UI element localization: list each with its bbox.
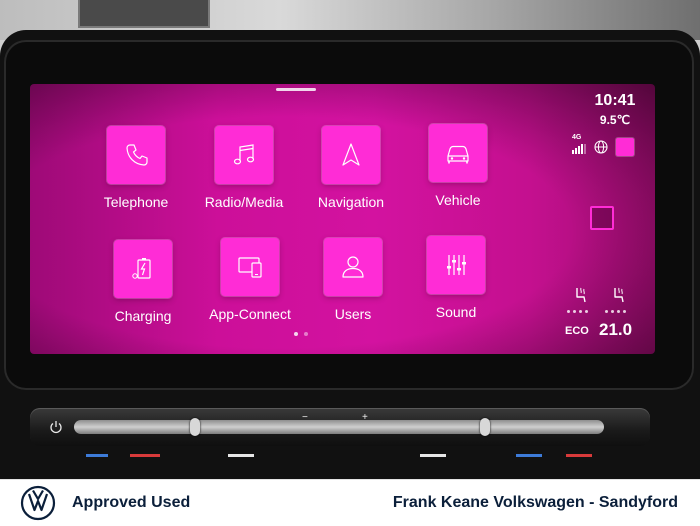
volume-up-icon[interactable]: +	[362, 412, 368, 423]
battery-charging-icon	[132, 258, 151, 279]
app-sound[interactable]: Sound	[410, 236, 502, 336]
app-tile-button[interactable]	[107, 126, 165, 184]
seat-heat-level	[605, 310, 626, 313]
app-telephone[interactable]: Telephone	[90, 126, 182, 226]
app-navigation[interactable]: Navigation	[305, 126, 397, 226]
indicator-led-blue	[516, 454, 542, 457]
indicator-led-white	[228, 454, 254, 457]
app-tile-button[interactable]	[114, 240, 172, 298]
car-icon	[447, 145, 469, 164]
temperature-setpoint[interactable]: 21.0	[599, 320, 632, 340]
indicator-led-white	[420, 454, 446, 457]
phone-icon	[126, 144, 148, 166]
slider-divider	[190, 418, 200, 436]
app-tile-button[interactable]	[427, 236, 485, 294]
app-vehicle[interactable]: Vehicle	[412, 124, 504, 224]
indicator-led-red	[566, 454, 592, 457]
app-label: Navigation	[317, 194, 385, 210]
app-tile-button[interactable]	[324, 238, 382, 296]
app-label: Charging	[114, 308, 172, 324]
power-icon[interactable]	[48, 419, 64, 435]
volkswagen-logo-icon	[20, 485, 56, 521]
network-type: 4G	[572, 134, 582, 141]
app-label: Users	[334, 306, 372, 322]
dealer-banner: Approved Used Frank Keane Volkswagen - S…	[0, 479, 700, 526]
clock: 10:41	[594, 92, 636, 109]
climate-panel: ECO 21.0	[565, 284, 655, 344]
approved-used-label: Approved Used	[72, 494, 191, 511]
user-icon	[342, 256, 364, 278]
navigation-arrow-icon	[342, 143, 360, 166]
touch-slider-bar[interactable]	[74, 420, 604, 434]
indicator-led-red	[130, 454, 160, 457]
climate-control-strip: − +	[30, 408, 650, 446]
dealer-name: Frank Keane Volkswagen - Sandyford	[392, 494, 678, 511]
globe-icon[interactable]	[594, 140, 608, 154]
app-app-connect[interactable]: App-Connect	[204, 238, 296, 338]
seat-heating-left-icon[interactable]	[571, 286, 589, 304]
app-label: App-Connect	[209, 306, 291, 322]
app-users[interactable]: Users	[307, 238, 399, 338]
infotainment-screen: Telephone Radio/Media Navigation Vehicle…	[30, 84, 655, 354]
app-charging[interactable]: Charging	[97, 240, 189, 340]
app-tile-button[interactable]	[215, 126, 273, 184]
app-grid: Telephone Radio/Media Navigation Vehicle…	[30, 84, 590, 354]
seat-heat-level	[567, 310, 588, 313]
phone-mirror-icon	[238, 257, 262, 278]
music-note-icon	[233, 144, 255, 165]
indicator-led-blue	[86, 454, 108, 457]
outside-temperature: 9.5℃	[599, 113, 631, 127]
app-label: Radio/Media	[204, 194, 284, 210]
notification-icon[interactable]	[616, 138, 634, 156]
page-dot-active	[294, 332, 298, 336]
page-indicator[interactable]	[294, 332, 308, 336]
status-bar: 4G	[572, 134, 634, 156]
equalizer-sliders-icon	[447, 255, 466, 275]
seat-heating-right-icon[interactable]	[609, 286, 627, 304]
app-tile-button[interactable]	[221, 238, 279, 296]
app-label: Sound	[435, 304, 477, 320]
app-tile-button[interactable]	[429, 124, 487, 182]
volume-down-icon[interactable]: −	[302, 412, 308, 423]
app-label: Vehicle	[435, 192, 481, 208]
slider-divider	[480, 418, 490, 436]
cellular-signal-icon: 4G	[572, 134, 586, 154]
app-tile-button[interactable]	[322, 126, 380, 184]
app-radio-media[interactable]: Radio/Media	[198, 126, 290, 226]
widget-toggle[interactable]	[590, 206, 614, 230]
app-label: Telephone	[103, 194, 169, 210]
dashboard-vent	[78, 0, 210, 28]
climate-mode[interactable]: ECO	[565, 325, 589, 337]
page-dot	[304, 332, 308, 336]
